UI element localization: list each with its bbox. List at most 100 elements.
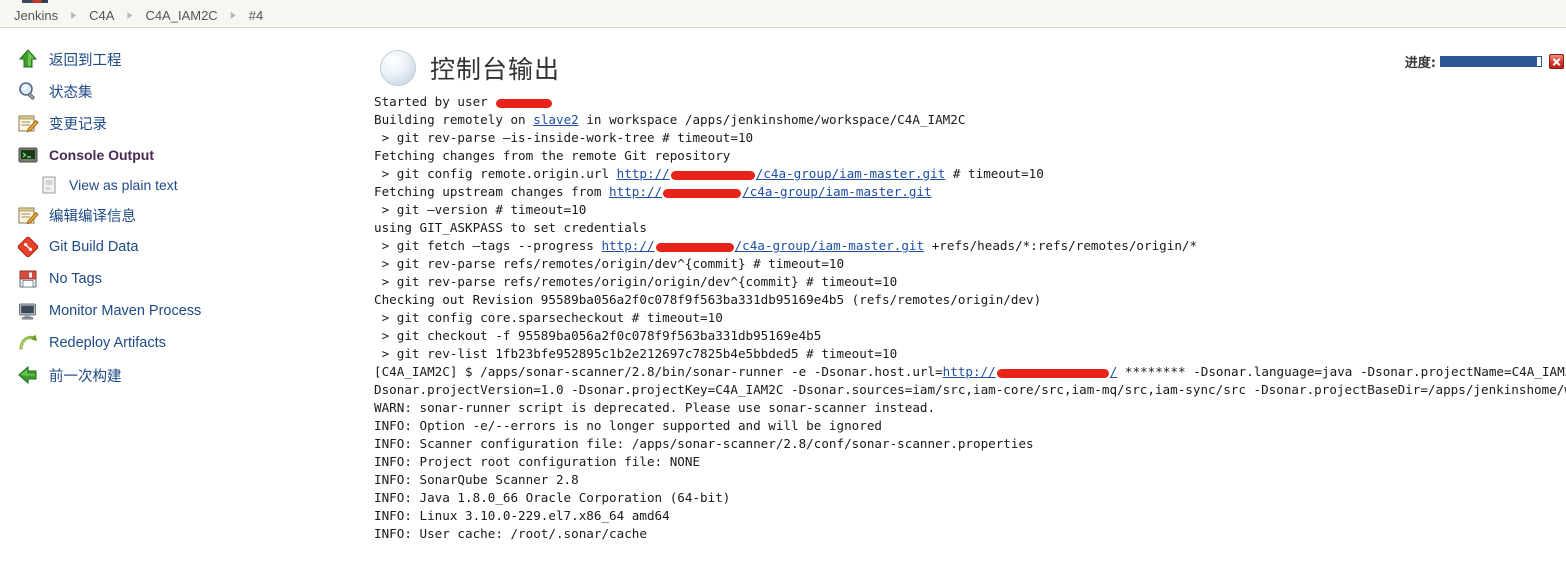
sidebar-item-item-10[interactable]: 前一次构建 [0, 359, 360, 391]
console-line: > git —version # timeout=10 [374, 201, 1566, 219]
main-content: 控制台输出 进度: Started by user Building remot… [360, 29, 1566, 575]
console-line: > git checkout -f 95589ba056a2f0c078f9f5… [374, 327, 1566, 345]
console-line: INFO: Java 1.8.0_66 Oracle Corporation (… [374, 489, 1566, 507]
console-text: > git rev-parse —is-inside-work-tree # t… [374, 130, 754, 145]
git-icon [17, 236, 39, 258]
breadcrumb-item-c4a[interactable]: C4A [89, 8, 114, 23]
console-line: Checking out Revision 95589ba056a2f0c078… [374, 291, 1566, 309]
console-text: > git rev-parse refs/remotes/origin/orig… [374, 274, 898, 289]
console-text: > git fetch —tags --progress [374, 238, 602, 253]
sidebar-item-no-tags[interactable]: No Tags [0, 263, 360, 295]
sidebar-item-console-output[interactable]: Console Output [0, 139, 360, 171]
sidebar-item-label: 编辑编译信息 [49, 208, 136, 225]
console-line: Building remotely on slave2 in workspace… [374, 111, 1566, 129]
redaction-mark [663, 188, 742, 198]
console-text: +refs/heads/*:refs/remotes/origin/* [924, 238, 1198, 253]
console-text: INFO: Project root configuration file: N… [374, 454, 701, 469]
sidebar-item-label: Monitor Maven Process [49, 303, 202, 319]
console-line: [C4A_IAM2C] $ /apps/sonar-scanner/2.8/bi… [374, 363, 1566, 381]
console-link[interactable]: /c4a-group/iam-master.git [735, 238, 925, 253]
sidebar-item-redeploy-artifacts[interactable]: Redeploy Artifacts [0, 327, 360, 359]
console-text: [C4A_IAM2C] $ /apps/sonar-scanner/2.8/bi… [374, 364, 943, 379]
sidebar-item-label: View as plain text [69, 177, 178, 193]
console-line: > git rev-parse refs/remotes/origin/dev^… [374, 255, 1566, 273]
sidebar-item-label: Redeploy Artifacts [49, 335, 166, 351]
sidebar-item-label: 前一次构建 [49, 368, 122, 385]
console-text: INFO: User cache: /root/.sonar/cache [374, 526, 647, 541]
console-text: Building remotely on [374, 112, 534, 127]
redaction-mark [670, 170, 755, 180]
console-link[interactable]: http:// [601, 238, 654, 253]
console-link[interactable]: slave2 [533, 112, 579, 127]
sidebar-item-monitor-maven-process[interactable]: Monitor Maven Process [0, 295, 360, 327]
console-text: > git —version # timeout=10 [374, 202, 587, 217]
console-line: INFO: Option -e/--errors is no longer su… [374, 417, 1566, 435]
console-line: Started by user [374, 93, 1566, 111]
redaction-mark [996, 368, 1109, 378]
console-text: Fetching upstream changes from [374, 184, 610, 199]
breadcrumb-item-c4a-iam2c[interactable]: C4A_IAM2C [145, 8, 217, 23]
terminal-icon [17, 144, 39, 166]
console-line: INFO: User cache: /root/.sonar/cache [374, 525, 1566, 543]
sidebar-item-label: 返回到工程 [49, 52, 122, 69]
console-text: Checking out Revision 95589ba056a2f0c078… [374, 292, 1042, 307]
console-text: INFO: Linux 3.10.0-229.el7.x86_64 amd64 [374, 508, 670, 523]
sidebar: 返回到工程状态集变更记录 Console Output View as plain … [0, 29, 360, 575]
console-text: Started by user [374, 94, 496, 109]
sidebar-item-label: Console Output [49, 147, 154, 163]
left-arrow-icon [17, 364, 39, 386]
up-arrow-icon [17, 48, 39, 70]
redaction-mark [655, 242, 734, 252]
breadcrumb-separator: ▸ [230, 7, 236, 23]
sidebar-item-label: Git Build Data [49, 239, 139, 255]
progress-bar [1440, 56, 1542, 67]
console-text: using GIT_ASKPASS to set credentials [374, 220, 647, 235]
console-text: INFO: Java 1.8.0_66 Oracle Corporation (… [374, 490, 731, 505]
console-line: Dsonar.projectVersion=1.0 -Dsonar.projec… [374, 381, 1566, 399]
console-link[interactable]: /c4a-group/iam-master.git [742, 184, 932, 199]
pending-ball-icon [380, 50, 416, 86]
breadcrumb-item-jenkins[interactable]: Jenkins [14, 8, 58, 23]
sidebar-item-item-1[interactable]: 状态集 [0, 75, 360, 107]
progress-bar-fill [1441, 57, 1537, 66]
breadcrumb-separator: ▸ [71, 7, 77, 23]
sidebar-item-git-build-data[interactable]: Git Build Data [0, 231, 360, 263]
console-text: > git config remote.origin.url [374, 166, 617, 181]
sidebar-item-item-5[interactable]: 编辑编译信息 [0, 199, 360, 231]
console-output[interactable]: Started by user Building remotely on sla… [360, 93, 1566, 543]
console-line: Fetching changes from the remote Git rep… [374, 147, 1566, 165]
console-line: INFO: SonarQube Scanner 2.8 [374, 471, 1566, 489]
redeploy-icon [17, 332, 39, 354]
sidebar-item-item-0[interactable]: 返回到工程 [0, 43, 360, 75]
console-link[interactable]: http:// [609, 184, 662, 199]
console-line: INFO: Project root configuration file: N… [374, 453, 1566, 471]
sidebar-item-item-2[interactable]: 变更记录 [0, 107, 360, 139]
breadcrumb-item-4[interactable]: #4 [249, 8, 263, 23]
notepad-icon [17, 204, 39, 226]
console-link[interactable]: http:// [943, 364, 996, 379]
stop-build-button[interactable] [1549, 54, 1564, 69]
console-text: > git rev-parse refs/remotes/origin/dev^… [374, 256, 845, 271]
console-line: using GIT_ASKPASS to set credentials [374, 219, 1566, 237]
notepad-icon [17, 112, 39, 134]
console-line: > git rev-list 1fb23bfe952895c1b2e212697… [374, 345, 1566, 363]
console-text: in workspace /apps/jenkinshome/workspace… [578, 112, 966, 127]
console-text: INFO: Scanner configuration file: /apps/… [374, 436, 1034, 451]
redaction-mark [496, 98, 553, 108]
monitor-icon [17, 300, 39, 322]
progress-label: 进度: [1404, 56, 1436, 71]
sidebar-item-label: 变更记录 [49, 116, 107, 133]
console-line: INFO: Linux 3.10.0-229.el7.x86_64 amd64 [374, 507, 1566, 525]
console-text: > git config core.sparsecheckout # timeo… [374, 310, 723, 325]
sidebar-item-view-as-plain-text[interactable]: View as plain text [0, 171, 360, 199]
console-line: Fetching upstream changes from http:// /c… [374, 183, 1566, 201]
console-text: WARN: sonar-runner script is deprecated.… [374, 400, 936, 415]
floppy-icon [17, 268, 39, 290]
console-text: # timeout=10 [945, 166, 1044, 181]
console-line: > git fetch —tags --progress http:// /c4a… [374, 237, 1566, 255]
console-link[interactable]: /c4a-group/iam-master.git [756, 166, 946, 181]
title-row: 控制台输出 进度: [360, 29, 1566, 93]
console-link[interactable]: http:// [617, 166, 670, 181]
document-icon [38, 174, 60, 196]
page-title: 控制台输出 [430, 55, 561, 84]
